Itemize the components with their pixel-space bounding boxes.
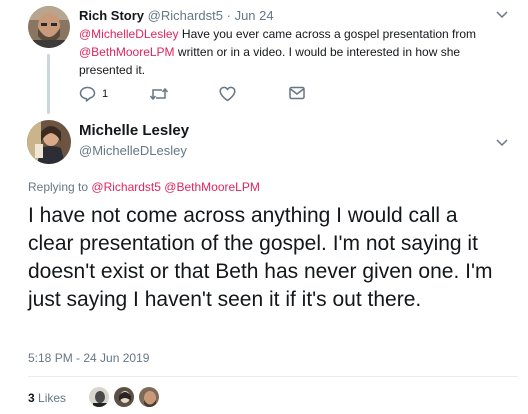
like-button[interactable]: [219, 86, 236, 102]
author-handle[interactable]: @Richardst5: [148, 8, 223, 23]
avatar-photo-icon: [27, 120, 71, 164]
tweet-timestamp[interactable]: 5:18 PM - 24 Jun 2019: [28, 351, 149, 365]
chevron-down-icon[interactable]: [496, 136, 508, 150]
liker-avatars: [88, 386, 163, 408]
direct-message-button[interactable]: [289, 86, 305, 100]
tweet-actions: 1: [79, 86, 379, 104]
mention-link[interactable]: @Richardst5: [91, 180, 161, 194]
message-icon: [289, 86, 305, 100]
likes-label: Likes: [38, 391, 67, 405]
likes-stat[interactable]: 3 Likes: [28, 391, 66, 405]
retweet-button[interactable]: [149, 86, 169, 102]
liker-avatar[interactable]: [113, 386, 135, 408]
tweet-text-segment: Have you ever came across a gospel prese…: [178, 27, 477, 41]
liker-avatar[interactable]: [138, 386, 160, 408]
separator-dot: ·: [226, 8, 231, 23]
replying-to-label: Replying to: [28, 180, 89, 194]
mention-link[interactable]: @BethMooreLPM: [164, 180, 260, 194]
mention-link[interactable]: @MichelleDLesley: [79, 27, 179, 41]
thread-connector-line: [47, 54, 50, 114]
tweet-date[interactable]: Jun 24: [235, 8, 274, 23]
reply-icon: [79, 86, 96, 102]
avatar-photo-icon: [28, 6, 70, 48]
reply-count: 1: [102, 88, 109, 100]
likes-count: 3: [28, 391, 35, 405]
retweet-icon: [149, 87, 169, 101]
author-name[interactable]: Rich Story: [79, 8, 144, 23]
avatar-michelle-lesley[interactable]: [27, 120, 71, 164]
mention-link[interactable]: @BethMooreLPM: [79, 45, 175, 59]
replying-to-line: Replying to @Richardst5 @BethMooreLPM: [28, 180, 260, 194]
parent-tweet[interactable]: Rich Story @Richardst5 · Jun 24 @Michell…: [0, 0, 528, 114]
chevron-down-icon[interactable]: [496, 8, 508, 22]
reply-button[interactable]: 1: [79, 86, 108, 102]
main-tweet-text: I have not come across anything I would …: [28, 204, 493, 311]
heart-icon: [219, 86, 236, 102]
liker-avatar[interactable]: [88, 386, 110, 408]
author-name[interactable]: Michelle Lesley: [79, 122, 189, 139]
avatar-rich-story[interactable]: [28, 6, 70, 48]
divider: [28, 376, 518, 377]
parent-tweet-text: @MichelleDLesley Have you ever came acro…: [79, 25, 509, 79]
parent-tweet-header: Rich Story @Richardst5 · Jun 24: [79, 8, 274, 23]
author-handle[interactable]: @MichelleDLesley: [79, 143, 187, 158]
